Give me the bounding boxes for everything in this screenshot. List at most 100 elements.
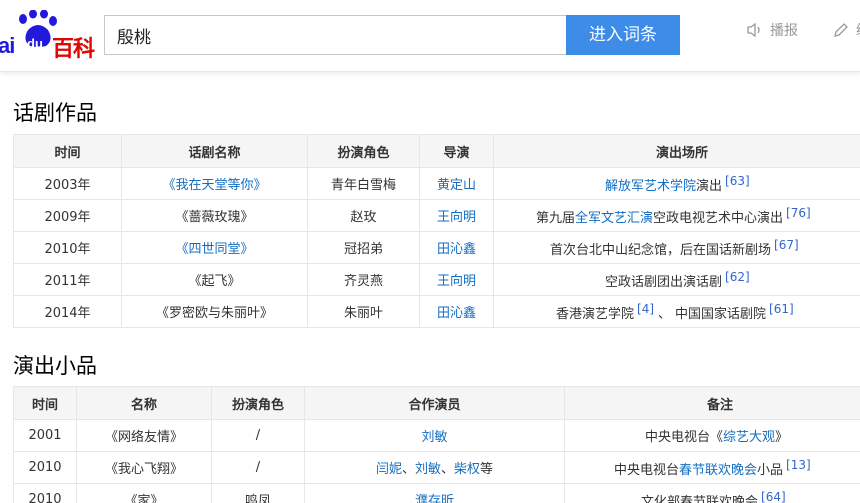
sketch-table: 时间 名称 扮演角色 合作演员 备注 2001 《网络友情》 / 刘敏 中央电视…	[13, 386, 860, 503]
enter-entry-button[interactable]: 进入词条	[566, 15, 680, 55]
cell-name: 《我心飞翔》	[76, 451, 212, 484]
edit-label: 编	[856, 20, 860, 40]
logo-text-du: du	[27, 36, 43, 51]
reference-link[interactable]: [61]	[769, 302, 794, 316]
cell-note: 文化部春节联欢晚会 [64]	[564, 483, 860, 503]
cell-name: 《家》	[76, 483, 212, 503]
cell-role: /	[211, 419, 305, 452]
drama-link[interactable]: 《四世同堂》	[175, 242, 253, 257]
table-header-row: 时间 名称 扮演角色 合作演员 备注	[13, 386, 860, 420]
director-link[interactable]: 黄定山	[437, 178, 476, 193]
table-row: 2010 《家》 鸣凤 濮存昕 文化部春节联欢晚会 [64]	[13, 483, 860, 503]
col-header: 备注	[564, 386, 860, 420]
col-header: 名称	[76, 386, 212, 420]
cell-director[interactable]: 王向明	[419, 199, 494, 232]
broadcast-label: 播报	[770, 23, 798, 39]
cell-note: 中央电视台《综艺大观》	[564, 419, 860, 452]
venue-link[interactable]: 全军文艺汇演	[575, 211, 653, 226]
cell-director[interactable]: 黄定山	[419, 167, 494, 200]
note-text: 中央电视台《	[645, 430, 724, 445]
table-row: 2003年 《我在天堂等你》 青年白雪梅 黄定山 解放军艺术学院演出 [63]	[13, 167, 860, 200]
cell-time: 2011年	[13, 263, 122, 296]
cell-name: 《蔷薇玫瑰》	[121, 199, 308, 232]
cell-role: 鸣凤	[211, 483, 305, 503]
venue-separator: 、	[658, 306, 672, 322]
reference-link[interactable]: [4]	[637, 302, 654, 316]
drama-link[interactable]: 《我在天堂等你》	[162, 178, 266, 193]
partner-link[interactable]: 刘敏	[421, 430, 447, 445]
cell-note: 中央电视台春节联欢晚会小品 [13]	[564, 451, 860, 484]
partner-link[interactable]: 闫妮	[376, 462, 402, 477]
cell-name[interactable]: 《四世同堂》	[121, 231, 308, 264]
cell-director[interactable]: 田沁鑫	[419, 231, 494, 264]
cell-director[interactable]: 王向明	[419, 263, 494, 296]
logo-text-bai: ai	[0, 33, 15, 58]
section-title-drama: 话剧作品	[13, 101, 97, 125]
table-row: 2014年 《罗密欧与朱丽叶》 朱丽叶 田沁鑫 香港演艺学院 [4] 、中国国家话剧…	[13, 295, 860, 328]
partner-link[interactable]: 刘敏	[415, 462, 441, 477]
cell-director[interactable]: 田沁鑫	[419, 295, 494, 328]
reference-link[interactable]: [13]	[786, 458, 811, 472]
baidu-baike-logo[interactable]: ai du 百科	[0, 8, 100, 62]
cell-partner[interactable]: 刘敏	[304, 419, 565, 452]
cell-name: 《网络友情》	[76, 419, 212, 452]
table-row: 2001 《网络友情》 / 刘敏 中央电视台《综艺大观》	[13, 419, 860, 452]
cell-role: 朱丽叶	[307, 295, 420, 328]
col-header: 话剧名称	[121, 134, 308, 168]
drama-table: 时间 话剧名称 扮演角色 导演 演出场所 2003年 《我在天堂等你》 青年白雪…	[13, 134, 860, 328]
reference-link[interactable]: [76]	[786, 206, 811, 220]
cell-role: /	[211, 451, 305, 484]
cell-venue: 解放军艺术学院演出 [63]	[493, 167, 860, 200]
note-text: 文化部春节联欢晚会	[641, 494, 759, 503]
cell-venue: 香港演艺学院 [4] 、中国国家话剧院 [61]	[493, 295, 860, 328]
cell-role: 冠招弟	[307, 231, 420, 264]
col-header: 导演	[419, 134, 494, 168]
cell-venue: 首次台北中山纪念馆，后在国话新剧场 [67]	[493, 231, 860, 264]
venue-text: 中国国家话剧院	[675, 306, 767, 322]
note-link[interactable]: 春节联欢晚会	[679, 463, 757, 478]
col-header: 扮演角色	[307, 134, 420, 168]
search-box	[104, 15, 566, 55]
director-link[interactable]: 田沁鑫	[437, 306, 476, 321]
col-header: 合作演员	[304, 386, 565, 420]
table-row: 2010 《我心飞翔》 / 闫妮、刘敏、柴权等 中央电视台春节联欢晚会小品 [13…	[13, 451, 860, 484]
edit-button[interactable]: 编	[832, 20, 860, 40]
cell-partner[interactable]: 濮存昕	[304, 483, 565, 503]
director-link[interactable]: 田沁鑫	[437, 242, 476, 257]
table-row: 2010年 《四世同堂》 冠招弟 田沁鑫 首次台北中山纪念馆，后在国话新剧场 [6…	[13, 231, 860, 264]
partner-text: 等	[480, 462, 494, 477]
reference-link[interactable]: [62]	[725, 270, 750, 284]
cell-role: 青年白雪梅	[307, 167, 420, 200]
partner-link[interactable]: 濮存昕	[415, 494, 454, 503]
cell-time: 2009年	[13, 199, 122, 232]
cell-name: 《罗密欧与朱丽叶》	[121, 295, 308, 328]
section-title-sketch: 演出小品	[13, 354, 97, 378]
venue-text: 首次台北中山纪念馆，后在国话新剧场	[550, 242, 772, 258]
cell-time: 2001	[13, 419, 77, 452]
broadcast-button[interactable]: 播报	[746, 20, 798, 40]
table-row: 2011年 《起飞》 齐灵燕 王向明 空政话剧团出演话剧 [62]	[13, 263, 860, 296]
note-text: 小品	[757, 462, 784, 478]
director-link[interactable]: 王向明	[437, 274, 476, 289]
cell-name[interactable]: 《我在天堂等你》	[121, 167, 308, 200]
reference-link[interactable]: [67]	[774, 238, 799, 252]
speaker-icon	[747, 22, 760, 38]
cell-time: 2010	[13, 451, 77, 484]
partner-link[interactable]: 柴权	[454, 462, 480, 477]
cell-partner: 闫妮、刘敏、柴权等	[304, 451, 565, 484]
logo-text-baike: 百科	[52, 37, 95, 62]
pencil-icon	[834, 23, 848, 37]
reference-link[interactable]: [63]	[725, 174, 750, 188]
reference-link[interactable]: [64]	[761, 490, 786, 503]
top-header: ai du 百科 进入词条 播报 编	[0, 0, 860, 72]
note-text: 中央电视台	[614, 462, 680, 478]
col-header: 演出场所	[493, 134, 860, 168]
cell-role: 赵玫	[307, 199, 420, 232]
director-link[interactable]: 王向明	[437, 210, 476, 225]
table-header-row: 时间 话剧名称 扮演角色 导演 演出场所	[13, 134, 860, 168]
venue-link[interactable]: 解放军艺术学院	[605, 179, 696, 194]
note-link[interactable]: 综艺大观	[723, 430, 775, 445]
cell-name: 《起飞》	[121, 263, 308, 296]
col-header: 时间	[13, 386, 77, 420]
search-input[interactable]	[105, 16, 566, 54]
